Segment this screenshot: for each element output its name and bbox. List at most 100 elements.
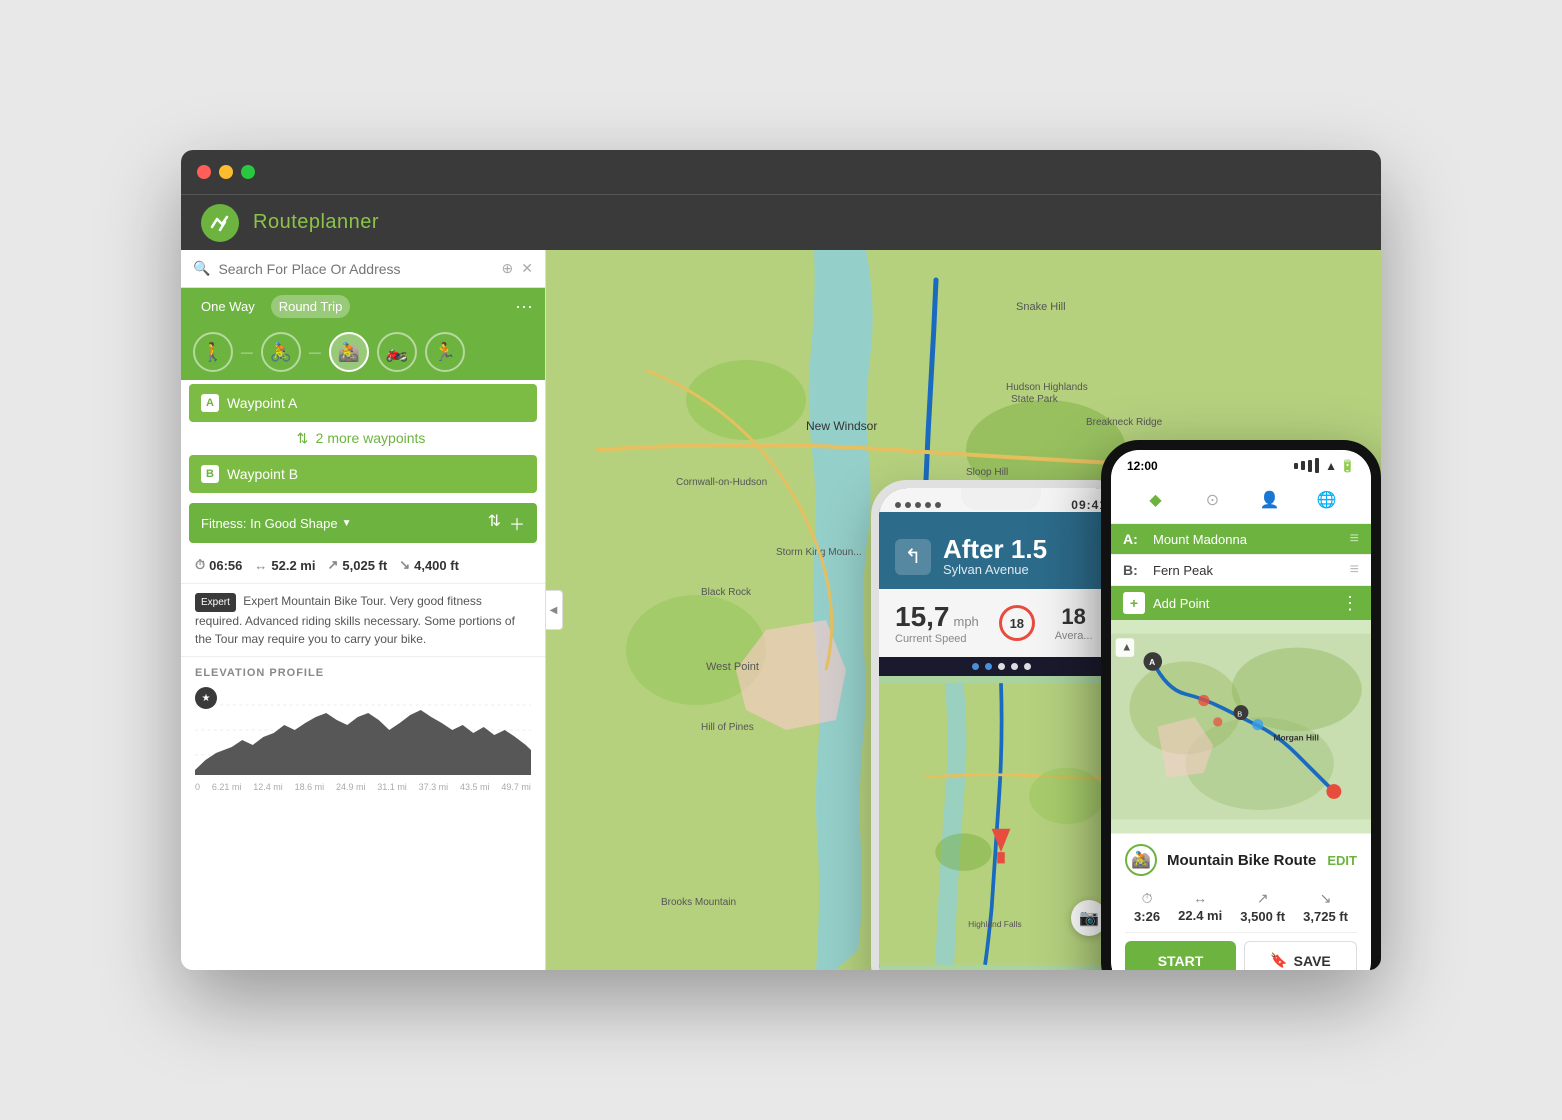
search-input[interactable] [218,261,493,277]
waypoint-a-text: Waypoint A [227,395,297,411]
transport-sep-1: — [241,345,253,359]
nav-tab-profile[interactable]: 👤 [1255,485,1285,515]
nav-tab-globe[interactable]: 🌐 [1312,485,1342,515]
bri-descent-icon: ↘ [1320,890,1332,907]
transport-run[interactable]: 🏃 [425,332,465,372]
bri-distance-icon: ↔ [1193,890,1207,906]
svg-text:West Point: West Point [706,661,759,673]
stat-descent-value: 4,400 ft [414,558,459,573]
start-button[interactable]: START [1125,941,1236,970]
route-description: Expert Expert Mountain Bike Tour. Very g… [181,584,545,657]
tab-round-trip[interactable]: Round Trip [271,295,351,318]
close-button[interactable] [197,165,211,179]
speed-avg-label: Avera... [1055,630,1093,642]
bri-ascent-icon: ↗ [1257,890,1269,907]
svg-text:New Windsor: New Windsor [806,419,877,433]
signal-bar-1 [1294,463,1298,469]
speed-label: Current Speed [895,633,979,645]
app-body: 🔍 ⊕ ✕ One Way Round Trip ··· 🚶 — 🚴 — 🚵 🏍… [181,250,1381,970]
stat-time-value: 06:56 [209,558,242,573]
svg-text:Cornwall-on-Hudson: Cornwall-on-Hudson [676,477,767,488]
save-button[interactable]: 🔖 SAVE [1244,941,1357,970]
bri-stat-descent: ↘ 3,725 ft [1303,890,1348,924]
svg-text:Morgan Hill: Morgan Hill [1274,732,1319,742]
waypoint-b[interactable]: B Waypoint B [189,455,537,493]
fitness-add-icon[interactable]: ＋ [509,511,525,535]
speed-limit: 18 [999,605,1035,641]
nav-header: ↰ After 1.5 Sylvan Avenue [879,512,1123,589]
stat-distance: ↔ 52.2 mi [254,558,315,573]
rp-a-menu-icon[interactable]: ≡ [1350,530,1359,548]
svg-text:▲: ▲ [1121,641,1132,653]
phone-white: 09:41 ↰ After 1.5 Sylvan Avenue [871,480,1131,970]
signal-bar-2 [1301,461,1305,470]
nav-tab-location[interactable]: ⊙ [1198,485,1228,515]
transport-bike-alt[interactable]: 🏍️ [377,332,417,372]
gps-icon[interactable]: ⊕ [502,260,514,277]
minimize-button[interactable] [219,165,233,179]
svg-text:Brooks Mountain: Brooks Mountain [661,897,736,908]
signal-icons: ▲ 🔋 [1294,458,1355,473]
route-tabs: One Way Round Trip ··· [181,288,545,324]
rp-b-menu-icon[interactable]: ≡ [1350,561,1359,579]
description-text: Expert Mountain Bike Tour. Very good fit… [195,594,515,646]
white-phone-map: Highland Falls 📷 [879,676,1123,970]
transport-mountain-bike[interactable]: 🚵 [329,332,369,372]
elevation-chart: ★ 0 6.21 mi 12.4 mi 18.6 mi 2 [195,687,531,787]
black-status-time: 12:00 [1127,459,1158,473]
more-options-button[interactable]: ··· [515,296,533,317]
page-dots [879,657,1123,676]
svg-text:Snake Hill: Snake Hill [1016,301,1066,313]
dot-1 [895,502,901,508]
sort-icon: ⇅ [297,430,309,446]
bri-dist-val: 22.4 mi [1178,908,1222,923]
add-more-icon[interactable]: ⋮ [1341,593,1359,614]
fitness-actions: ⇅ ＋ [488,511,525,535]
phone-black: 12:00 ▲ 🔋 ◆ [1101,440,1381,970]
nav-direction: After 1.5 [943,536,1047,562]
transport-bike[interactable]: 🚴 [261,332,301,372]
black-route-info: 🚵 Mountain Bike Route EDIT ⏱ 3:26 [1111,833,1371,970]
transport-walk[interactable]: 🚶 [193,332,233,372]
bri-top: 🚵 Mountain Bike Route EDIT [1125,844,1357,876]
fitness-swap-icon[interactable]: ⇅ [488,511,501,535]
nav-tab-route[interactable]: ◆ [1141,485,1171,515]
waypoint-a-label: A [201,394,219,412]
stat-ascent-value: 5,025 ft [342,558,387,573]
clear-icon[interactable]: ✕ [521,260,533,277]
dot-inactive-3 [1024,663,1031,670]
more-waypoints[interactable]: ⇅ 2 more waypoints [181,426,545,451]
nav-text: After 1.5 Sylvan Avenue [943,536,1047,577]
app-titlebar: Routeplanner [181,194,1381,250]
expert-badge: Expert [195,593,236,612]
save-label: SAVE [1294,953,1331,969]
ascent-icon: ↗ [327,557,338,573]
rp-a-name: Mount Madonna [1153,532,1340,547]
black-phone-map: A B Morgan Hill [1111,620,1371,833]
edit-button[interactable]: EDIT [1327,853,1357,868]
more-waypoints-text: 2 more waypoints [316,430,426,446]
map-area[interactable]: Snake Hill New Windsor Hudson Highlands … [546,250,1381,970]
descent-icon: ↘ [399,557,410,573]
waypoint-a[interactable]: A Waypoint A [189,384,537,422]
bri-clock-icon: ⏱ [1142,890,1153,907]
stat-time: ⏱ 06:56 [195,557,242,573]
add-point-row[interactable]: + Add Point ⋮ [1111,586,1371,620]
svg-text:Black Rock: Black Rock [701,587,752,598]
svg-text:B: B [1237,709,1242,718]
signal-bar-3 [1308,460,1312,472]
collapse-sidebar-button[interactable]: ◀ [546,590,563,630]
waypoint-b-label: B [201,465,219,483]
elevation-title: ELEVATION PROFILE [195,667,531,679]
bri-stat-ascent: ↗ 3,500 ft [1240,890,1285,924]
maximize-button[interactable] [241,165,255,179]
black-status-bar: 12:00 ▲ 🔋 [1111,450,1371,477]
route-point-b: B: Fern Peak ≡ [1111,555,1371,586]
speed-avg-section: 18 Avera... [1055,604,1093,642]
tab-one-way[interactable]: One Way [193,295,263,318]
elevation-svg [195,695,531,775]
mac-window: Routeplanner 🔍 ⊕ ✕ One Way Round Trip ··… [181,150,1381,970]
fitness-bar[interactable]: Fitness: In Good Shape ▼ ⇅ ＋ [189,503,537,543]
fitness-text: Fitness: In Good Shape [201,516,338,531]
svg-text:Hudson Highlands: Hudson Highlands [1006,382,1088,393]
